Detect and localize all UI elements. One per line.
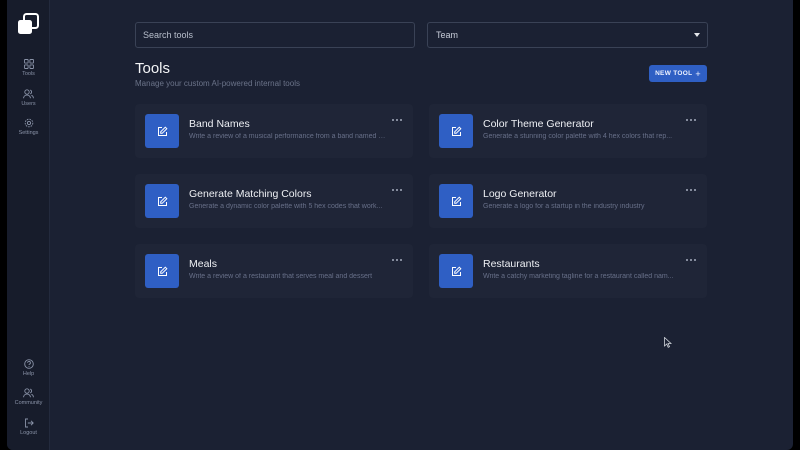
tool-description: Generate a stunning color palette with 4… [483,133,673,140]
more-options-icon[interactable] [391,117,403,123]
tool-description: Generate a logo for a startup in the ind… [483,203,645,210]
more-options-icon[interactable] [391,257,403,263]
help-icon [23,359,34,369]
tool-name: Meals [189,258,218,270]
new-tool-button[interactable]: NEW TOOL + [649,65,707,82]
sidebar: Tools Users Settings Help Community Logo… [7,0,50,450]
sidebar-item-label: Settings [18,130,39,136]
tool-name: Color Theme Generator [483,118,594,130]
edit-icon [157,265,168,276]
search-input[interactable] [135,22,415,48]
edit-icon-box [145,114,179,148]
users-icon [23,89,34,99]
tool-name: Logo Generator [483,188,557,200]
sidebar-item-logout[interactable]: Logout [7,418,50,436]
edit-icon [451,265,462,276]
sidebar-item-label: Users [21,101,36,107]
page-subtitle: Manage your custom AI-powered internal t… [135,79,300,88]
sidebar-item-users[interactable]: Users [7,89,50,107]
sidebar-item-help[interactable]: Help [7,359,50,377]
app-window: Tools Users Settings Help Community Logo… [7,0,793,450]
edit-icon-box [145,184,179,218]
sidebar-item-label: Community [14,400,43,406]
edit-icon [451,195,462,206]
gear-icon [24,118,33,128]
edit-icon [157,195,168,206]
edit-icon [157,125,168,136]
grid-icon [23,59,34,69]
tool-card-logo-generator[interactable]: Logo Generator Generate a logo for a sta… [429,174,707,228]
plus-icon: + [695,68,701,79]
more-options-icon[interactable] [391,187,403,193]
sidebar-item-label: Help [22,371,35,377]
sidebar-item-community[interactable]: Community [7,388,50,406]
team-filter-select[interactable]: Team [427,22,708,48]
tool-card-color-theme-generator[interactable]: Color Theme Generator Generate a stunnin… [429,104,707,158]
tool-name: Generate Matching Colors [189,188,312,200]
sidebar-item-settings[interactable]: Settings [7,118,50,136]
mouse-cursor-icon [664,337,672,348]
app-logo[interactable] [17,13,39,35]
tool-card-restaurants[interactable]: Restaurants Write a catchy marketing tag… [429,244,707,298]
tool-description: Generate a dynamic color palette with 5 … [189,203,383,210]
edit-icon-box [145,254,179,288]
tool-card-meals[interactable]: Meals Write a review of a restaurant tha… [135,244,413,298]
caret-down-icon [694,33,700,37]
tool-description: Write a review of a restaurant that serv… [189,273,373,280]
sidebar-item-label: Logout [20,430,37,436]
new-tool-button-label: NEW TOOL [655,70,693,77]
edit-icon-box [439,254,473,288]
sidebar-item-label: Tools [22,71,35,77]
page-title: Tools [135,60,171,77]
tool-card-generate-matching-colors[interactable]: Generate Matching Colors Generate a dyna… [135,174,413,228]
community-icon [23,388,34,398]
logout-icon [24,418,34,428]
more-options-icon[interactable] [685,117,697,123]
tool-name: Band Names [189,118,250,130]
tool-name: Restaurants [483,258,540,270]
main-content: Team Tools Manage your custom AI-powered… [50,0,793,450]
more-options-icon[interactable] [685,187,697,193]
tool-description: Write a review of a musical performance … [189,133,389,140]
tool-card-band-names[interactable]: Band Names Write a review of a musical p… [135,104,413,158]
edit-icon [451,125,462,136]
tool-description: Write a catchy marketing tagline for a r… [483,273,674,280]
edit-icon-box [439,184,473,218]
sidebar-item-tools[interactable]: Tools [7,59,50,77]
edit-icon-box [439,114,473,148]
team-filter-value: Team [436,30,459,40]
more-options-icon[interactable] [685,257,697,263]
